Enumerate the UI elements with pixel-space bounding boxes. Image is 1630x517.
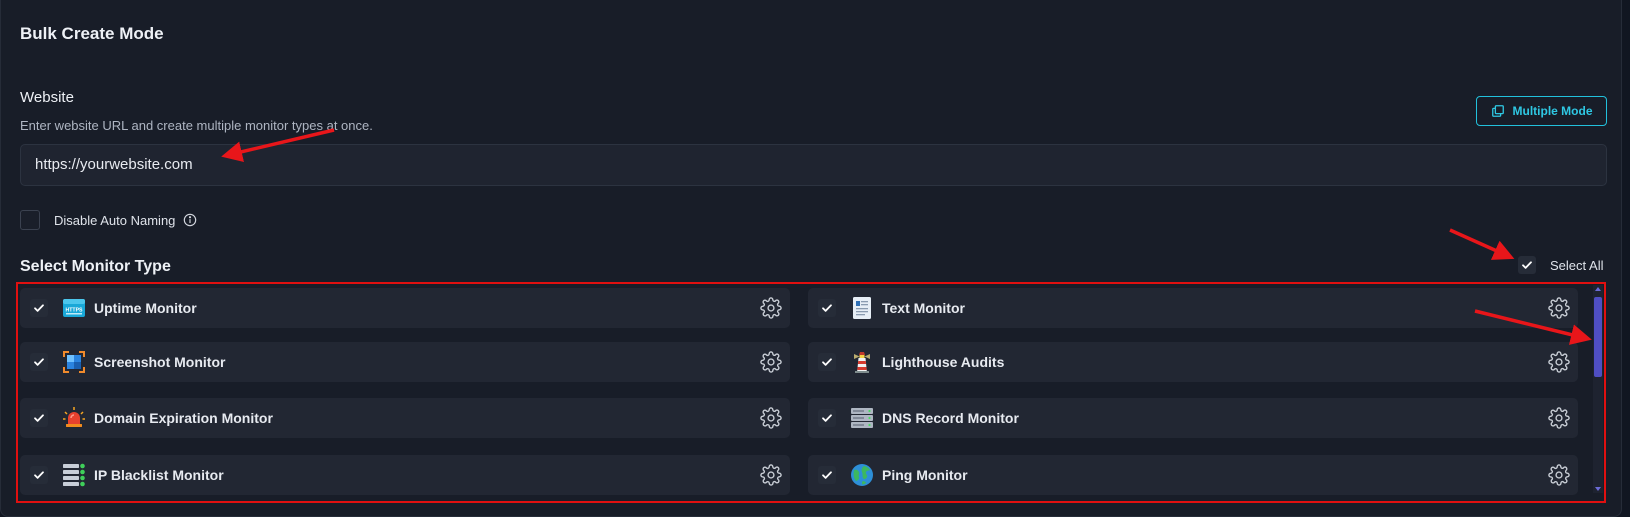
page-title: Bulk Create Mode	[20, 24, 164, 43]
check-icon	[1522, 261, 1532, 269]
select-all-label: Select All	[1550, 257, 1604, 273]
info-icon[interactable]	[183, 213, 197, 227]
multiple-mode-button[interactable]: Multiple Mode	[1476, 96, 1607, 126]
select-all-option[interactable]: Select All	[1518, 256, 1603, 274]
disable-auto-naming-label: Disable Auto Naming	[54, 212, 176, 228]
select-monitor-type-title: Select Monitor Type	[20, 258, 171, 275]
monitor-selection-highlight	[16, 282, 1606, 503]
website-url-input[interactable]: https://yourwebsite.com	[20, 144, 1607, 186]
disable-auto-naming-option[interactable]: Disable Auto Naming	[20, 210, 197, 230]
website-label: Website	[20, 89, 74, 106]
copy-icon	[1491, 105, 1504, 117]
multiple-mode-label: Multiple Mode	[1512, 104, 1593, 118]
website-help-text: Enter website URL and create multiple mo…	[20, 118, 373, 133]
select-all-checkbox[interactable]	[1518, 256, 1536, 274]
disable-auto-naming-checkbox[interactable]	[20, 210, 40, 230]
